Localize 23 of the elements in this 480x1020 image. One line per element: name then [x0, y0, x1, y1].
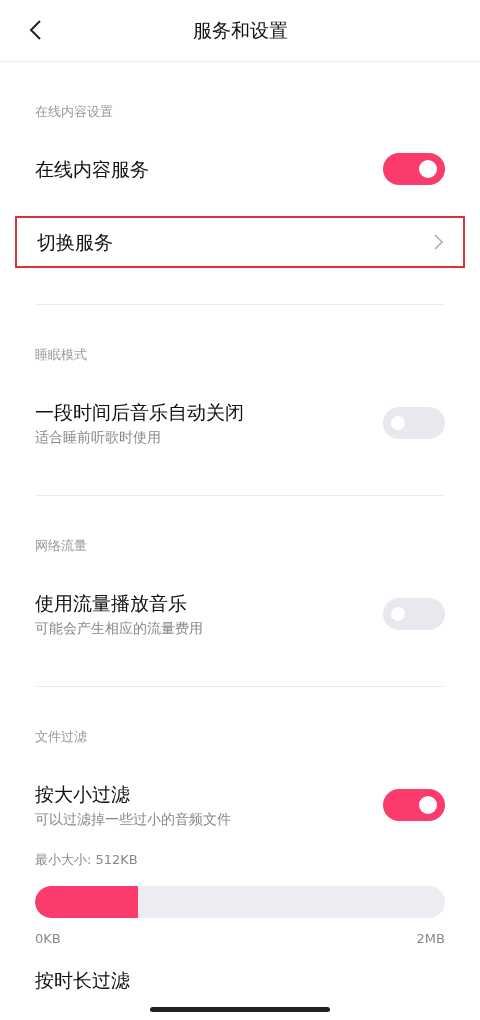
slider-min-label: 0KB [35, 930, 61, 948]
toggle-switch[interactable] [383, 789, 445, 821]
setting-description: 适合睡前听歌时使用 [35, 428, 162, 447]
section-title: 在线内容设置 [35, 103, 114, 121]
setting-label: 使用流量播放音乐 [35, 591, 188, 616]
section-title: 文件过滤 [35, 728, 88, 746]
slider-max-label: 2MB [416, 930, 445, 948]
setting-description: 可能会产生相应的流量费用 [35, 619, 203, 638]
switch-service-row[interactable]: 切换服务 [15, 216, 465, 268]
setting-label: 一段时间后音乐自动关闭 [35, 400, 244, 425]
setting-description: 可以过滤掉一些过小的音频文件 [35, 810, 231, 829]
page-title: 服务和设置 [192, 17, 288, 43]
setting-label: 按时长过滤 [35, 968, 130, 993]
section-title: 睡眠模式 [35, 346, 88, 364]
setting-label: 在线内容服务 [35, 157, 149, 182]
toggle-switch[interactable] [383, 153, 445, 185]
section-title: 网络流量 [35, 537, 88, 555]
setting-label: 按大小过滤 [35, 782, 131, 807]
chevron-icon [434, 234, 443, 250]
back-icon[interactable] [28, 19, 42, 41]
slider-track[interactable] [35, 886, 445, 918]
slider-fill[interactable] [35, 886, 138, 918]
slider-label: 最小大小: 512KB [35, 851, 139, 869]
